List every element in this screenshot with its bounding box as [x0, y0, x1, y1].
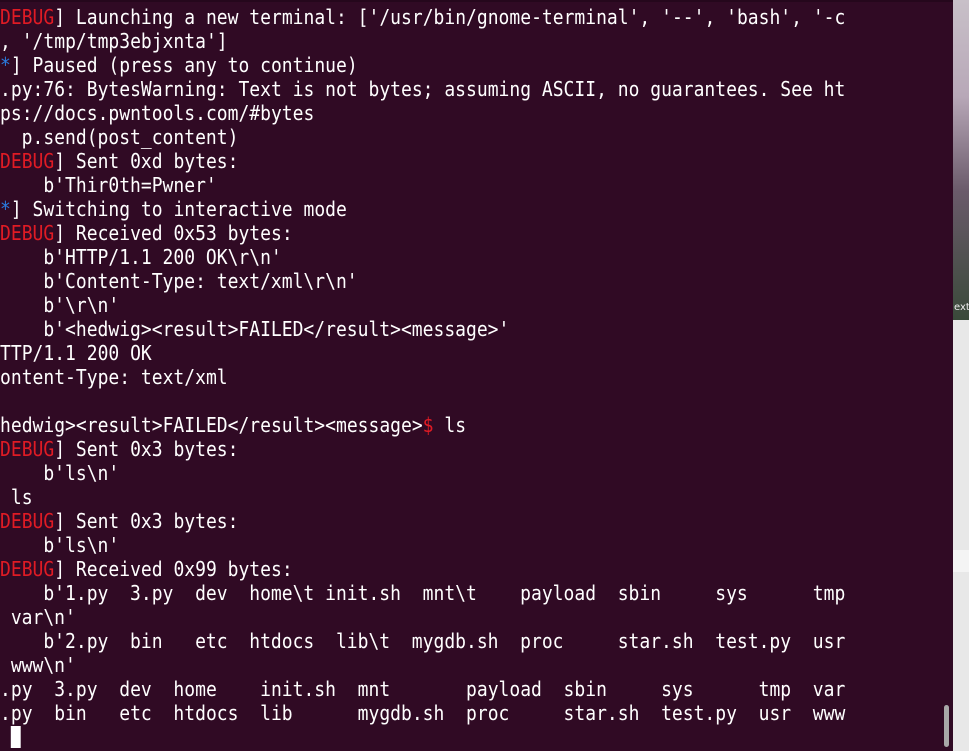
terminal-line: b'Thir0th=Pwner'	[0, 173, 845, 197]
input-line[interactable]: $	[0, 725, 845, 749]
shell-prompt: $	[422, 413, 434, 437]
terminal-scrollbar[interactable]	[944, 705, 949, 747]
debug-tag: DEBUG	[0, 149, 55, 173]
terminal-line: www\n'	[0, 653, 845, 677]
terminal-line: [DEBUG] Sent 0x3 bytes:	[0, 509, 845, 533]
line-text: b'<hedwig><result>FAILED</result><messag…	[0, 317, 510, 341]
line-text: 1.py 3.py dev home init.sh mnt payload s…	[0, 677, 846, 701]
line-text: ] Sent 0x3 bytes:	[54, 509, 239, 533]
background-panel-band	[953, 550, 969, 572]
line-text: b'ls\n'	[0, 533, 120, 557]
line-text: b'1.py 3.py dev home\t init.sh mnt\t pay…	[0, 581, 846, 605]
background-photo-label: ext	[954, 302, 969, 313]
terminal-line: [DEBUG] Received 0x99 bytes:	[0, 557, 845, 581]
line-text: b'2.py bin etc htdocs lib\t mygdb.sh pro…	[0, 629, 846, 653]
terminal-line: p.send(post_content)	[0, 125, 845, 149]
terminal-line: [*] Paused (press any to continue)	[0, 53, 845, 77]
debug-tag: DEBUG	[0, 437, 55, 461]
line-text: HTTP/1.1 200 OK	[0, 341, 152, 365]
debug-tag: DEBUG	[0, 221, 55, 245]
terminal-line: <hedwig><result>FAILED</result><message>…	[0, 413, 845, 437]
background-photo	[953, 0, 969, 320]
line-text: , '/tmp/tmp3ebjxnta']	[0, 29, 228, 53]
terminal-line: b'<hedwig><result>FAILED</result><messag…	[0, 317, 845, 341]
terminal-output: [DEBUG] Launching a new terminal: ['/usr…	[0, 5, 845, 749]
terminal-line: var\n'	[0, 605, 845, 629]
terminal-line: Content-Type: text/xml	[0, 365, 845, 389]
terminal-line: [DEBUG] Launching a new terminal: ['/usr…	[0, 5, 845, 29]
terminal-line: [*] Switching to interactive mode	[0, 197, 845, 221]
line-text: b'Thir0th=Pwner'	[0, 173, 217, 197]
line-text: ] Received 0x53 bytes:	[54, 221, 293, 245]
terminal-line: 2.py:76: BytesWarning: Text is not bytes…	[0, 77, 845, 101]
line-text: b'ls\n'	[0, 461, 120, 485]
debug-tag: DEBUG	[0, 5, 55, 29]
terminal-line: HTTP/1.1 200 OK	[0, 341, 845, 365]
line-text: ] Received 0x99 bytes:	[54, 557, 293, 581]
line-text: ] Sent 0x3 bytes:	[54, 437, 239, 461]
line-text: b'HTTP/1.1 200 OK\r\n'	[0, 245, 282, 269]
line-text: p.send(post_content)	[0, 125, 239, 149]
line-text: ls	[0, 485, 33, 509]
terminal-line: b'1.py 3.py dev home\t init.sh mnt\t pay…	[0, 581, 845, 605]
line-text: 2.py bin etc htdocs lib mygdb.sh proc st…	[0, 701, 846, 725]
line-text: <hedwig><result>FAILED</result><message>	[0, 413, 423, 437]
line-text: Content-Type: text/xml	[0, 365, 228, 389]
terminal-line: 1.py 3.py dev home init.sh mnt payload s…	[0, 677, 845, 701]
terminal-line: [DEBUG] Received 0x53 bytes:	[0, 221, 845, 245]
terminal-line: [DEBUG] Sent 0xd bytes:	[0, 149, 845, 173]
terminal-top-border	[0, 0, 953, 2]
terminal-window[interactable]: [DEBUG] Launching a new terminal: ['/usr…	[0, 0, 953, 751]
terminal-line: b'2.py bin etc htdocs lib\t mygdb.sh pro…	[0, 629, 845, 653]
terminal-line: $ ls	[0, 485, 845, 509]
terminal-line: b'\r\n'	[0, 293, 845, 317]
background-panel	[953, 320, 969, 751]
line-text: b'Content-Type: text/xml\r\n'	[0, 269, 358, 293]
line-text: ] Paused (press any to continue)	[10, 53, 358, 77]
text-cursor[interactable]	[10, 726, 21, 748]
terminal-line: ', '/tmp/tmp3ebjxnta']	[0, 29, 845, 53]
line-text: b'\r\n'	[0, 293, 120, 317]
line-text: ls	[433, 413, 467, 437]
line-text: tps://docs.pwntools.com/#bytes	[0, 101, 315, 125]
line-text: var\n'	[0, 605, 76, 629]
background-window-strip: ext	[953, 0, 969, 751]
terminal-line: b'ls\n'	[0, 461, 845, 485]
terminal-line: 2.py bin etc htdocs lib mygdb.sh proc st…	[0, 701, 845, 725]
terminal-line: b'Content-Type: text/xml\r\n'	[0, 269, 845, 293]
terminal-line: [DEBUG] Sent 0x3 bytes:	[0, 437, 845, 461]
line-text: 2.py:76: BytesWarning: Text is not bytes…	[0, 77, 846, 101]
debug-tag: DEBUG	[0, 509, 55, 533]
line-text: ] Launching a new terminal: ['/usr/bin/g…	[54, 5, 846, 29]
terminal-line: tps://docs.pwntools.com/#bytes	[0, 101, 845, 125]
info-tag: *	[0, 197, 11, 221]
terminal-line: b'ls\n'	[0, 533, 845, 557]
debug-tag: DEBUG	[0, 557, 55, 581]
terminal-line: b'HTTP/1.1 200 OK\r\n'	[0, 245, 845, 269]
line-text: ] Switching to interactive mode	[10, 197, 347, 221]
info-tag: *	[0, 53, 11, 77]
line-text: ] Sent 0xd bytes:	[54, 149, 239, 173]
line-text: www\n'	[0, 653, 76, 677]
